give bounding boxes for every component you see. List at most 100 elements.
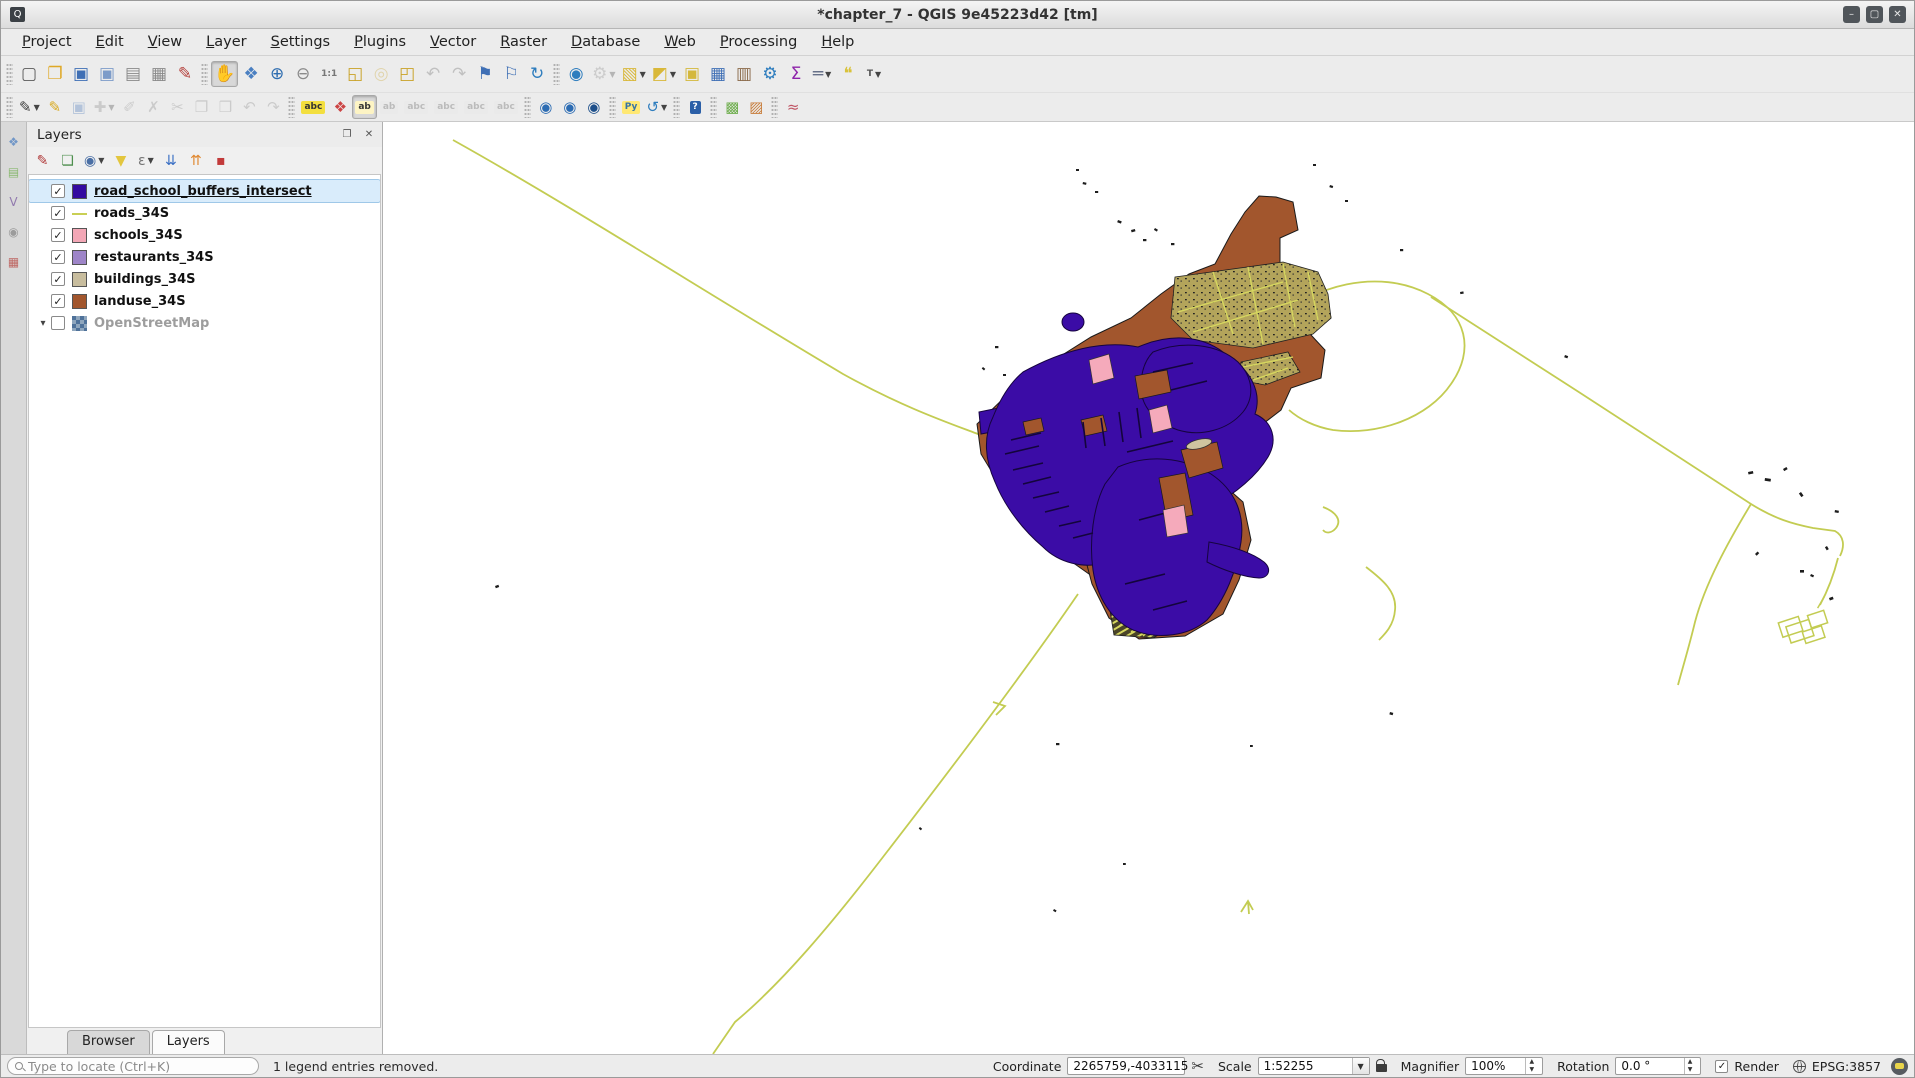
dock-vector-icon[interactable]: V: [6, 194, 22, 210]
dock-identify-icon[interactable]: ◉: [6, 224, 22, 240]
layer-visibility-checkbox[interactable]: ✓: [51, 250, 65, 264]
filter-legend-button[interactable]: ▼: [109, 149, 132, 172]
show-bookmarks-button[interactable]: ⚐: [498, 61, 524, 87]
menu-vector[interactable]: Vector: [419, 31, 487, 53]
chevron-down-icon[interactable]: ▼: [875, 70, 881, 79]
menu-settings[interactable]: Settings: [260, 31, 342, 53]
new-bookmark-button[interactable]: ⚑: [472, 61, 498, 87]
layer-labeling-options-button[interactable]: abc: [298, 95, 328, 119]
map-canvas[interactable]: [383, 122, 1914, 1054]
metasearch-globe-settings-button[interactable]: ◉: [558, 95, 582, 119]
magnifier-spinbox[interactable]: 100% ▲▼: [1465, 1057, 1543, 1075]
layer-visibility-checkbox[interactable]: ✓: [51, 206, 65, 220]
chevron-down-icon[interactable]: ▼: [661, 103, 667, 112]
layer-expander[interactable]: ▾: [35, 318, 51, 329]
render-checkbox[interactable]: ✓: [1715, 1060, 1728, 1073]
menu-web[interactable]: Web: [653, 31, 707, 53]
measure-button[interactable]: ═▼: [809, 61, 835, 87]
chevron-down-icon[interactable]: ▼: [609, 70, 615, 79]
layer-item-OpenStreetMap[interactable]: ▾OpenStreetMap: [29, 312, 380, 334]
layer-item-schools_34S[interactable]: ✓schools_34S: [29, 224, 380, 246]
layer-visibility-checkbox[interactable]: ✓: [51, 272, 65, 286]
crs-globe-icon[interactable]: [1793, 1060, 1806, 1073]
chevron-down-icon[interactable]: ▼: [148, 156, 154, 165]
chevron-down-icon[interactable]: ▼: [108, 103, 114, 112]
toolbar-handle[interactable]: [553, 63, 560, 85]
coordinate-input[interactable]: 2265759,-4033115: [1067, 1057, 1185, 1075]
menu-project[interactable]: Project: [11, 31, 83, 53]
toggle-extents-icon[interactable]: ✂: [1191, 1057, 1204, 1075]
layer-visibility-checkbox[interactable]: ✓: [51, 228, 65, 242]
layer-item-restaurants_34S[interactable]: ✓restaurants_34S: [29, 246, 380, 268]
identify-features-button[interactable]: ◉: [563, 61, 589, 87]
tab-layers[interactable]: Layers: [152, 1030, 225, 1054]
chevron-down-icon[interactable]: ▼: [640, 70, 646, 79]
rotation-spinbox[interactable]: 0.0 ° ▲▼: [1615, 1057, 1701, 1075]
refresh-button[interactable]: ↻: [524, 61, 550, 87]
remove-layer-button[interactable]: ▪: [209, 149, 232, 172]
toolbar-handle[interactable]: [673, 96, 680, 118]
layer-diagram-options-button[interactable]: ❖: [328, 95, 352, 119]
toolbar-handle[interactable]: [710, 96, 717, 118]
deselect-features-button[interactable]: ▣: [679, 61, 705, 87]
crs-value[interactable]: EPSG:3857: [1812, 1059, 1881, 1074]
locator-search-input[interactable]: Type to locate (Ctrl+K): [7, 1057, 259, 1075]
layer-item-roads_34S[interactable]: ✓roads_34S: [29, 202, 380, 224]
chevron-down-icon[interactable]: ▼: [670, 70, 676, 79]
chevron-down-icon[interactable]: ▼: [98, 156, 104, 165]
collapse-all-button[interactable]: ⇈: [184, 149, 207, 172]
toolbar-handle[interactable]: [288, 96, 295, 118]
menu-plugins[interactable]: Plugins: [343, 31, 417, 53]
chevron-down-icon[interactable]: ▼: [34, 103, 40, 112]
toolbar-handle[interactable]: [771, 96, 778, 118]
maximize-button[interactable]: ▢: [1866, 6, 1883, 23]
osm-sketch-button[interactable]: ▨: [744, 95, 768, 119]
statistical-summary-button[interactable]: Σ: [783, 61, 809, 87]
python-console-button[interactable]: Py: [619, 95, 644, 119]
field-calculator-button[interactable]: ▥: [731, 61, 757, 87]
help-contents-button[interactable]: ?: [683, 95, 707, 119]
add-group-button[interactable]: ❏: [56, 149, 79, 172]
save-project-button[interactable]: ▣: [68, 61, 94, 87]
toolbar-handle[interactable]: [6, 63, 13, 85]
messages-button[interactable]: [1891, 1058, 1908, 1075]
zoom-out-button[interactable]: ⊖: [290, 61, 316, 87]
expand-all-button[interactable]: ⇊: [159, 149, 182, 172]
data-plot-button[interactable]: ≈: [781, 95, 805, 119]
processing-toolbox-button[interactable]: ⚙: [757, 61, 783, 87]
panel-close-button[interactable]: ✕: [362, 128, 376, 142]
zoom-in-button[interactable]: ⊕: [264, 61, 290, 87]
tab-browser[interactable]: Browser: [67, 1030, 150, 1054]
spinner-arrows[interactable]: ▲▼: [1684, 1058, 1696, 1074]
menu-database[interactable]: Database: [560, 31, 651, 53]
title-bar[interactable]: Q *chapter_7 - QGIS 9e45223d42 [tm] –▢✕: [1, 1, 1914, 29]
zoom-native-button[interactable]: 1:1: [316, 61, 342, 87]
dock-browser-icon[interactable]: ❖: [6, 134, 22, 150]
select-features-button[interactable]: ▧▼: [619, 61, 649, 87]
metasearch-globe-add-button[interactable]: ◉: [534, 95, 558, 119]
menu-processing[interactable]: Processing: [709, 31, 808, 53]
style-manager-button[interactable]: ✎: [172, 61, 198, 87]
lock-scale-icon[interactable]: [1376, 1064, 1387, 1072]
close-button[interactable]: ✕: [1889, 6, 1906, 23]
dock-tiles-icon[interactable]: ▦: [6, 254, 22, 270]
scale-combobox[interactable]: 1:52255 ▼: [1258, 1057, 1370, 1075]
panel-float-button[interactable]: ❐: [340, 128, 354, 142]
dock-layers-icon[interactable]: ▤: [6, 164, 22, 180]
metasearch-globe-search-button[interactable]: ◉: [582, 95, 606, 119]
menu-view[interactable]: View: [137, 31, 193, 53]
layer-visibility-checkbox[interactable]: [51, 316, 65, 330]
toolbar-handle[interactable]: [524, 96, 531, 118]
chevron-down-icon[interactable]: ▼: [825, 70, 831, 79]
toolbar-handle[interactable]: [201, 63, 208, 85]
zoom-full-button[interactable]: ◱: [342, 61, 368, 87]
quickmap-services-button[interactable]: ▩: [720, 95, 744, 119]
menu-layer[interactable]: Layer: [195, 31, 257, 53]
save-project-as-button[interactable]: ▣: [94, 61, 120, 87]
pan-map-button[interactable]: ✋: [211, 61, 238, 87]
spinner-arrows[interactable]: ▲▼: [1525, 1058, 1537, 1074]
layer-visibility-checkbox[interactable]: ✓: [51, 184, 65, 198]
pan-to-selection-button[interactable]: ❖: [238, 61, 264, 87]
new-project-button[interactable]: ▢: [16, 61, 42, 87]
new-print-layout-button[interactable]: ▤: [120, 61, 146, 87]
